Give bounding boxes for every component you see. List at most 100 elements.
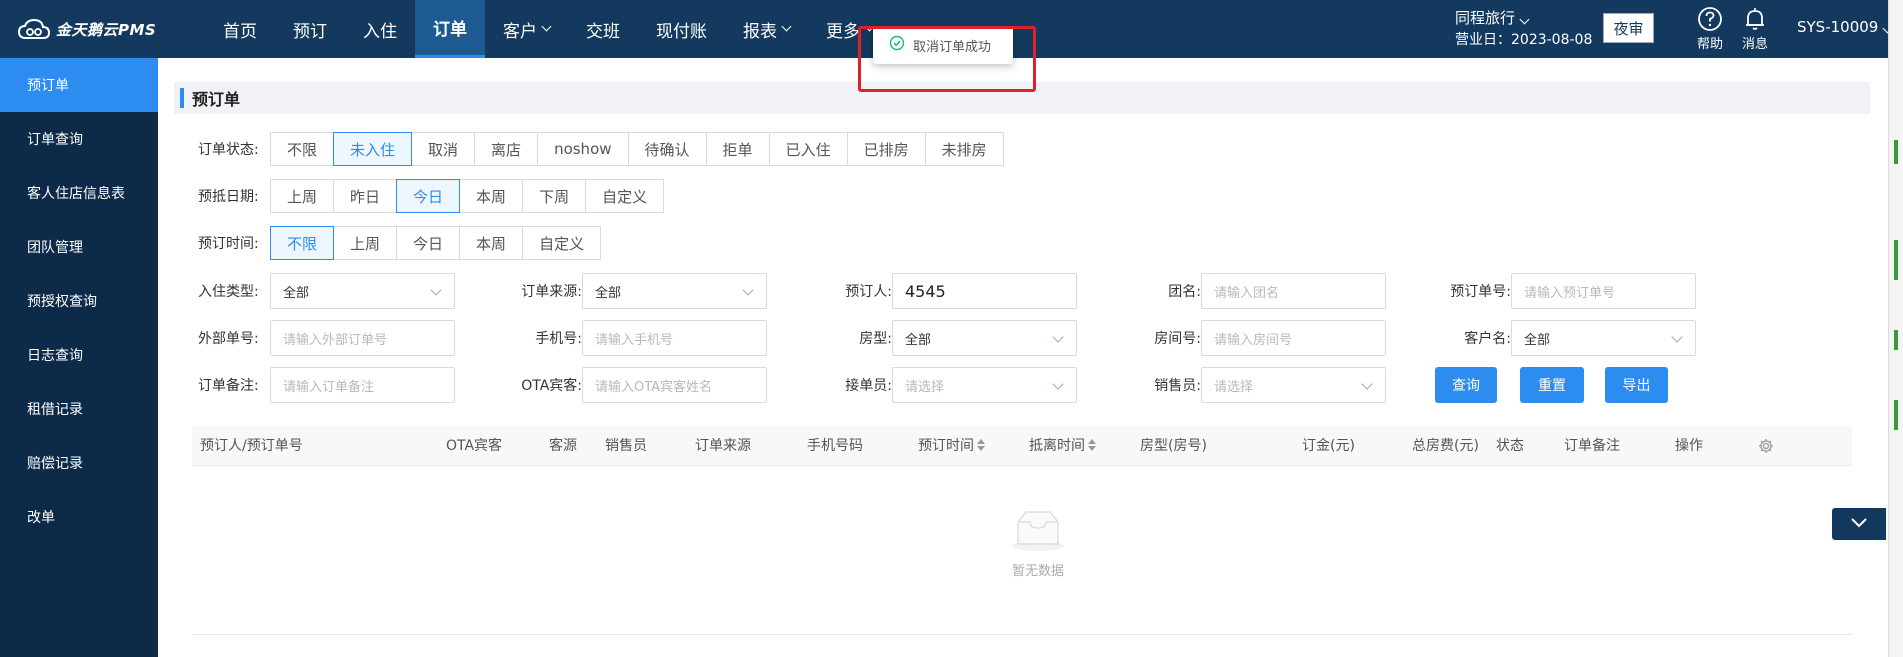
ota-guest-label: OTA宾客:	[521, 378, 582, 394]
nav-orders[interactable]: 订单	[415, 0, 485, 58]
order-status-label: 订单状态:	[198, 142, 259, 158]
arrival-option-custom[interactable]: 自定义	[585, 179, 665, 213]
arrival-date-filter: 预抵日期: 上周 昨日 今日 本周 下周 自定义	[198, 179, 665, 213]
hotel-selector[interactable]: 同程旅行 营业日：2023-08-08	[1455, 8, 1592, 50]
col-ota-guest: OTA宾客	[446, 438, 503, 454]
phone-input[interactable]: 请输入手机号	[582, 320, 767, 356]
sidebar-item-modify-order[interactable]: 改单	[0, 490, 158, 544]
sort-icon[interactable]	[1088, 439, 1096, 451]
export-button[interactable]: 导出	[1605, 367, 1668, 403]
hotel-name: 同程旅行	[1455, 9, 1516, 27]
receiver-select[interactable]: 请选择	[892, 367, 1077, 403]
empty-state: 暂无数据	[988, 508, 1088, 579]
nav-customers[interactable]: 客户	[485, 0, 568, 58]
status-option-not-checked-in[interactable]: 未入住	[333, 132, 413, 166]
sidebar-item-guest-info[interactable]: 客人住店信息表	[0, 166, 158, 220]
external-no-input[interactable]: 请输入外部订单号	[270, 320, 455, 356]
col-deposit: 订金(元)	[1302, 438, 1355, 454]
booking-option-any[interactable]: 不限	[270, 226, 335, 260]
nav-checkin[interactable]: 入住	[345, 0, 415, 58]
messages-label: 消息	[1741, 37, 1768, 52]
help-button[interactable]: 帮助	[1690, 6, 1730, 52]
gear-icon[interactable]	[1758, 438, 1774, 454]
salesperson-select[interactable]: 请选择	[1201, 367, 1386, 403]
reset-button[interactable]: 重置	[1520, 367, 1584, 403]
query-button[interactable]: 查询	[1435, 367, 1497, 403]
booking-no-label: 预订单号:	[1450, 284, 1511, 300]
room-no-label: 房间号:	[1154, 331, 1201, 347]
user-menu[interactable]: SYS-10009	[1797, 18, 1893, 36]
sidebar-item-group-management[interactable]: 团队管理	[0, 220, 158, 274]
night-audit-button[interactable]: 夜审	[1603, 13, 1654, 43]
col-actions: 操作	[1675, 438, 1703, 454]
arrival-option-this-week[interactable]: 本周	[459, 179, 524, 213]
booking-option-today[interactable]: 今日	[396, 226, 461, 260]
external-no-field: 外部单号: 请输入外部订单号	[198, 320, 455, 356]
collapse-toggle-button[interactable]	[1832, 508, 1886, 540]
phone-label: 手机号:	[535, 331, 582, 347]
booking-option-last-week[interactable]: 上周	[333, 226, 398, 260]
nav-home[interactable]: 首页	[205, 0, 275, 58]
main-content: 预订单 订单状态: 不限 未入住 取消 离店 noshow 待确认 拒单 已入住…	[158, 58, 1888, 657]
ota-guest-input[interactable]: 请输入OTA宾客姓名	[582, 367, 767, 403]
sort-icon[interactable]	[977, 439, 985, 451]
booking-option-this-week[interactable]: 本周	[459, 226, 524, 260]
sidebar: 预订单 订单查询 客人住店信息表 团队管理 预授权查询 日志查询 租借记录 赔偿…	[0, 58, 158, 657]
nav-shift[interactable]: 交班	[568, 0, 638, 58]
booking-no-input[interactable]: 请输入预订单号	[1511, 273, 1696, 309]
sidebar-item-order-query[interactable]: 订单查询	[0, 112, 158, 166]
status-option-noshow[interactable]: noshow	[537, 132, 629, 166]
status-option-rejected[interactable]: 拒单	[705, 132, 770, 166]
page-title: 预订单	[192, 90, 241, 109]
order-status-filter: 订单状态: 不限 未入住 取消 离店 noshow 待确认 拒单 已入住 已排房…	[198, 132, 1004, 166]
status-option-room-assigned[interactable]: 已排房	[846, 132, 926, 166]
status-option-checked-out[interactable]: 离店	[474, 132, 539, 166]
help-icon	[1690, 6, 1730, 32]
room-type-select[interactable]: 全部	[892, 320, 1077, 356]
remark-input[interactable]: 请输入订单备注	[270, 367, 455, 403]
ota-guest-field: OTA宾客: 请输入OTA宾客姓名	[506, 367, 767, 403]
col-room-type: 房型(房号)	[1140, 438, 1207, 454]
col-arrival-departure[interactable]: 抵离时间	[1029, 426, 1096, 466]
booking-option-custom[interactable]: 自定义	[522, 226, 602, 260]
arrival-option-last-week[interactable]: 上周	[270, 179, 335, 213]
sidebar-item-booking-orders[interactable]: 预订单	[0, 58, 158, 112]
booker-input[interactable]: 4545	[892, 273, 1077, 309]
nav-reports[interactable]: 报表	[725, 0, 808, 58]
order-source-label: 订单来源:	[521, 284, 582, 300]
arrival-option-today[interactable]: 今日	[396, 179, 461, 213]
room-no-field: 房间号: 请输入房间号	[1125, 320, 1386, 356]
room-no-input[interactable]: 请输入房间号	[1201, 320, 1386, 356]
salesperson-label: 销售员:	[1154, 378, 1201, 394]
status-option-room-unassigned[interactable]: 未排房	[924, 132, 1004, 166]
arrival-option-next-week[interactable]: 下周	[522, 179, 587, 213]
group-name-field: 团名: 请输入团名	[1125, 273, 1386, 309]
arrival-option-yesterday[interactable]: 昨日	[333, 179, 398, 213]
salesperson-field: 销售员: 请选择	[1125, 367, 1386, 403]
nav-cash-account[interactable]: 现付账	[638, 0, 725, 58]
sidebar-item-preauth-query[interactable]: 预授权查询	[0, 274, 158, 328]
group-name-input[interactable]: 请输入团名	[1201, 273, 1386, 309]
brand-logo[interactable]: 金天鹅云PMS	[18, 0, 156, 58]
sidebar-item-compensation-records[interactable]: 赔偿记录	[0, 436, 158, 490]
status-option-any[interactable]: 不限	[270, 132, 335, 166]
sidebar-item-log-query[interactable]: 日志查询	[0, 328, 158, 382]
messages-button[interactable]: 消息	[1735, 6, 1775, 52]
col-order-source: 订单来源	[695, 438, 751, 454]
nav-booking[interactable]: 预订	[275, 0, 345, 58]
checkin-type-label: 入住类型:	[198, 284, 259, 300]
customer-select[interactable]: 全部	[1511, 320, 1696, 356]
col-booking-time[interactable]: 预订时间	[918, 426, 985, 466]
receiver-label: 接单员:	[845, 378, 892, 394]
col-salesperson: 销售员	[605, 438, 647, 454]
chevron-down-icon	[541, 21, 552, 32]
window-edge-strip	[1888, 0, 1903, 657]
status-option-checked-in[interactable]: 已入住	[768, 132, 848, 166]
sidebar-item-rental-records[interactable]: 租借记录	[0, 382, 158, 436]
checkin-type-select[interactable]: 全部	[270, 273, 455, 309]
table-bottom-divider	[192, 634, 1852, 635]
status-option-cancelled[interactable]: 取消	[411, 132, 476, 166]
chevron-down-icon	[1849, 515, 1869, 533]
status-option-pending[interactable]: 待确认	[627, 132, 707, 166]
order-source-select[interactable]: 全部	[582, 273, 767, 309]
